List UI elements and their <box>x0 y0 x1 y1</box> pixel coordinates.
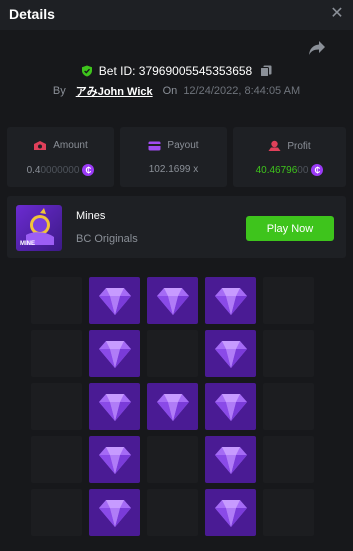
copy-icon[interactable] <box>260 65 272 77</box>
board-tile-gem <box>89 383 140 430</box>
board-tile-empty <box>263 489 314 536</box>
profit-label: Profit <box>287 140 311 152</box>
board-tile-empty <box>263 277 314 324</box>
game-thumb-label: MINE <box>20 241 35 247</box>
payout-header: Payout <box>120 140 227 151</box>
board-tile-empty <box>31 383 82 430</box>
amount-value: 0.40000000 ₵ <box>7 164 114 176</box>
board-tile-gem <box>147 277 198 324</box>
board-tile-empty <box>263 436 314 483</box>
game-thumbnail[interactable]: MINE <box>16 205 62 251</box>
board-tile-empty <box>31 330 82 377</box>
bet-id: Bet ID: 379690055453536​58 <box>98 64 253 78</box>
board-tile-empty <box>147 330 198 377</box>
amount-header: Amount <box>7 140 114 151</box>
board-tile-gem <box>89 330 140 377</box>
gem-icon <box>156 287 189 315</box>
board-tile-gem <box>89 277 140 324</box>
amount-value-main: 0.4 <box>26 164 41 176</box>
by-label: By <box>52 85 66 97</box>
amount-icon <box>34 141 47 150</box>
payout-value: 102.1699 x <box>120 164 227 175</box>
profit-card: Profit 40.4679600 ₵ <box>233 127 346 187</box>
gem-icon <box>98 393 131 421</box>
game-provider: BC Originals <box>76 233 138 245</box>
coin-icon: ₵ <box>82 164 95 176</box>
gem-icon <box>214 287 247 315</box>
board-tile-gem <box>89 489 140 536</box>
payout-card: Payout 102.1699 x <box>120 127 227 187</box>
coin-icon: ₵ <box>311 164 324 176</box>
shield-icon <box>81 65 92 77</box>
profit-header: Profit <box>233 140 346 152</box>
board-tile-gem <box>205 436 256 483</box>
payout-label: Payout <box>167 140 199 151</box>
amount-value-dim: 0000000 <box>40 164 80 176</box>
board-tile-gem <box>205 330 256 377</box>
gem-icon <box>98 446 131 474</box>
profit-icon <box>268 140 281 151</box>
bet-datetime: 12/24/2022, 8:44:05 AM <box>183 85 301 97</box>
mines-board <box>31 277 316 536</box>
bet-meta: By アみJohn Wick On 12/24/2022, 8:44:05 AM <box>0 83 353 99</box>
board-tile-empty <box>147 436 198 483</box>
payout-icon <box>148 141 161 150</box>
user-link[interactable]: アみJohn Wick <box>76 83 153 99</box>
board-tile-empty <box>31 489 82 536</box>
gem-icon <box>214 393 247 421</box>
gem-icon <box>214 340 247 368</box>
payout-value-text: 102.1699 x <box>148 164 199 175</box>
gem-icon <box>214 446 247 474</box>
board-tile-gem <box>89 436 140 483</box>
amount-card: Amount 0.40000000 ₵ <box>7 127 114 187</box>
gem-icon <box>98 287 131 315</box>
gem-icon <box>156 393 189 421</box>
header: Details ✕ <box>0 0 353 30</box>
board-tile-gem <box>205 277 256 324</box>
board-tile-empty <box>31 277 82 324</box>
game-name: Mines <box>76 210 106 222</box>
board-tile-gem <box>205 489 256 536</box>
board-tile-gem <box>147 383 198 430</box>
bet-id-row: Bet ID: 379690055453536​58 <box>0 63 353 79</box>
profit-value-main: 40.46796 <box>255 164 298 176</box>
profit-value: 40.4679600 ₵ <box>233 164 346 176</box>
share-icon[interactable] <box>308 40 326 56</box>
game-card: MINE Mines BC Originals Play Now <box>7 196 346 258</box>
gem-icon <box>98 499 131 527</box>
play-now-button[interactable]: Play Now <box>246 216 334 241</box>
gem-icon <box>98 340 131 368</box>
profit-value-dim: 00 <box>297 164 309 176</box>
amount-label: Amount <box>53 140 88 151</box>
board-tile-empty <box>31 436 82 483</box>
gem-icon <box>214 499 247 527</box>
board-tile-empty <box>263 383 314 430</box>
board-tile-empty <box>147 489 198 536</box>
close-icon[interactable]: ✕ <box>330 6 344 22</box>
stats-row: Amount 0.40000000 ₵ Payout 102.1699 x Pr… <box>7 127 346 187</box>
board-tile-empty <box>263 330 314 377</box>
page-title: Details <box>9 6 55 22</box>
on-label: On <box>162 85 178 97</box>
board-tile-gem <box>205 383 256 430</box>
